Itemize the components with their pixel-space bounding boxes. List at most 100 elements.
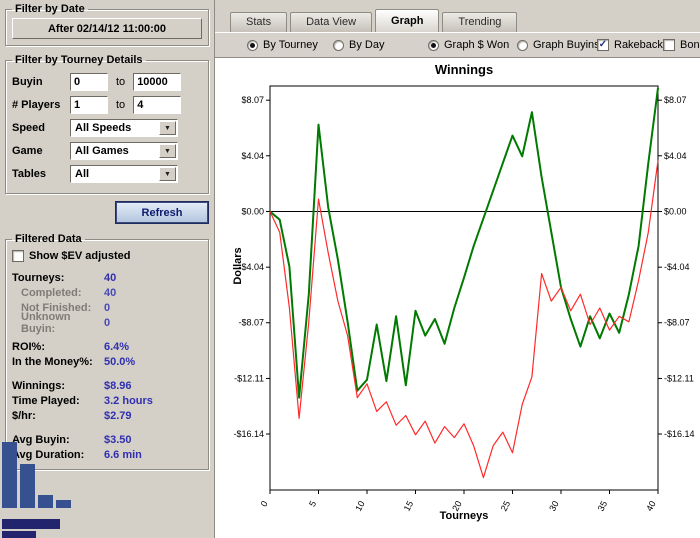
- stat-value: $3.50: [104, 434, 132, 446]
- filter-by-date-group: Filter by Date After 02/14/12 11:00:00: [5, 3, 209, 46]
- tab-bar: Stats Data View Graph Trending: [215, 0, 700, 32]
- game-label: Game: [12, 145, 43, 157]
- stat-label: In the Money%:: [12, 356, 93, 368]
- stat-value: 40: [104, 272, 117, 284]
- stat-row-per-hour: $/hr: $2.79: [12, 409, 202, 423]
- chevron-down-icon[interactable]: ▼: [159, 167, 176, 181]
- filter-sidebar: Filter by Date After 02/14/12 11:00:00 F…: [0, 0, 215, 538]
- main-area: Stats Data View Graph Trending By Tourne…: [215, 0, 700, 538]
- radio-label: Graph Buyins: [533, 39, 600, 51]
- refresh-row: Refresh: [6, 202, 208, 223]
- tab-graph[interactable]: Graph: [375, 9, 440, 32]
- radio-graph-won[interactable]: Graph $ Won: [428, 39, 509, 51]
- stat-row-winnings: Winnings: $8.96: [12, 379, 202, 393]
- radio-icon[interactable]: [247, 39, 258, 51]
- refresh-button[interactable]: Refresh: [116, 202, 208, 223]
- filtered-data-group: Filtered Data ✓ Show $EV adjusted Tourne…: [5, 233, 209, 470]
- y-tick-label-right: -$16.14: [664, 429, 695, 439]
- radio-icon[interactable]: [428, 39, 439, 51]
- stat-value: $2.79: [104, 410, 132, 422]
- filtered-data-title: Filtered Data: [15, 233, 82, 245]
- stat-row-itm: In the Money%: 50.0%: [12, 355, 202, 369]
- stat-label: $/hr:: [12, 410, 36, 422]
- radio-label: By Tourney: [263, 39, 318, 51]
- tab-label: Graph: [391, 15, 424, 27]
- buyin-label: Buyin: [12, 76, 43, 88]
- histogram-bar: [2, 442, 17, 508]
- rakeback-checkbox[interactable]: ✓ Rakeback: [597, 39, 663, 51]
- stat-label: Winnings:: [12, 380, 66, 392]
- checkbox-icon[interactable]: ✓: [663, 39, 675, 51]
- graph-controls-bar: By Tourney By Day Graph $ Won Graph Buyi…: [215, 32, 700, 58]
- buyin-from-input[interactable]: [70, 73, 108, 91]
- stat-row-time-played: Time Played: 3.2 hours: [12, 394, 202, 408]
- speed-dropdown-value: All Speeds: [75, 122, 132, 134]
- filter-details-group: Filter by Tourney Details Buyin to # Pla…: [5, 54, 209, 194]
- y-tick-label-right: -$4.04: [664, 262, 690, 272]
- bonus-checkbox[interactable]: ✓ Bonus: [663, 39, 700, 51]
- checkbox-icon[interactable]: ✓: [597, 39, 609, 51]
- stat-label: ROI%:: [12, 341, 45, 353]
- y-tick-label: $0.00: [241, 206, 264, 216]
- game-dropdown-value: All Games: [75, 145, 129, 157]
- buyin-to-input[interactable]: [133, 73, 182, 91]
- buyin-row: Buyin to: [12, 72, 202, 92]
- stat-value: 6.6 min: [104, 449, 142, 461]
- players-label: # Players: [12, 99, 61, 111]
- radio-label: Graph $ Won: [444, 39, 510, 51]
- y-tick-label: -$8.07: [238, 318, 264, 328]
- game-dropdown[interactable]: All Games ▼: [70, 142, 178, 160]
- y-tick-label-right: $8.07: [664, 95, 687, 105]
- y-tick-label: -$12.11: [234, 373, 264, 383]
- y-tick-label: -$16.14: [233, 429, 264, 439]
- stat-value: 0: [104, 302, 111, 314]
- clipped-histogram-label: [2, 519, 60, 529]
- tables-row: Tables All ▼: [12, 164, 202, 184]
- tab-trending[interactable]: Trending: [442, 12, 518, 32]
- buyin-histogram: [2, 438, 71, 508]
- tab-label: Data View: [306, 16, 357, 28]
- stat-label: Unknown Buyin:: [21, 311, 71, 335]
- show-ev-checkbox[interactable]: ✓ Show $EV adjusted: [12, 250, 202, 262]
- players-from-input[interactable]: [70, 96, 108, 114]
- stat-row-unknown-buyin: Unknown Buyin: 0: [12, 311, 202, 335]
- y-tick-label: -$4.04: [238, 262, 264, 272]
- buyin-to-label: to: [116, 76, 126, 88]
- players-to-label: to: [116, 99, 126, 111]
- tables-dropdown-value: All: [75, 168, 90, 180]
- stat-value: 50.0%: [104, 356, 136, 368]
- stat-row-completed: Completed: 40: [12, 286, 202, 300]
- date-filter-button[interactable]: After 02/14/12 11:00:00: [12, 18, 202, 39]
- stat-row-roi: ROI%: 6.4%: [12, 340, 202, 354]
- speed-dropdown[interactable]: All Speeds ▼: [70, 119, 178, 137]
- winnings-chart-panel: Winnings Dollars $8.07 $8.07 $4.04 $4.04 $0.…: [215, 58, 700, 538]
- radio-graph-buyins[interactable]: Graph Buyins: [517, 39, 600, 51]
- tab-label: Trending: [458, 16, 502, 28]
- players-to-input[interactable]: [133, 96, 182, 114]
- stat-label: Tourneys:: [12, 272, 65, 284]
- radio-by-tourney[interactable]: By Tourney: [247, 39, 318, 51]
- app-window: Filter by Date After 02/14/12 11:00:00 F…: [0, 0, 700, 538]
- chevron-down-icon[interactable]: ▼: [159, 144, 176, 158]
- tables-label: Tables: [12, 168, 47, 180]
- stat-label: Time Played:: [12, 395, 80, 407]
- tab-stats[interactable]: Stats: [230, 12, 288, 32]
- chevron-down-icon[interactable]: ▼: [159, 121, 176, 135]
- winnings-line-chart: $8.07 $8.07 $4.04 $4.04 $0.00 $0.00 -$4.04 -$4.…: [233, 85, 695, 513]
- y-tick-label: $8.07: [241, 95, 264, 105]
- y-tick-label-right: -$8.07: [664, 318, 690, 328]
- radio-icon[interactable]: [333, 39, 344, 51]
- checkbox-icon[interactable]: ✓: [12, 250, 24, 262]
- speed-row: Speed All Speeds ▼: [12, 118, 202, 138]
- stat-row-tourneys: Tourneys: 40: [12, 271, 202, 285]
- tab-data-view[interactable]: Data View: [290, 12, 373, 32]
- players-row: # Players to: [12, 95, 202, 115]
- tables-dropdown[interactable]: All ▼: [70, 165, 178, 183]
- histogram-bar: [38, 495, 53, 508]
- histogram-bar: [56, 500, 71, 508]
- x-tick-label: 0: [259, 499, 270, 508]
- filter-by-date-title: Filter by Date: [15, 3, 85, 15]
- radio-icon[interactable]: [517, 39, 528, 51]
- radio-by-day[interactable]: By Day: [333, 39, 384, 51]
- stat-value: 40: [104, 287, 117, 299]
